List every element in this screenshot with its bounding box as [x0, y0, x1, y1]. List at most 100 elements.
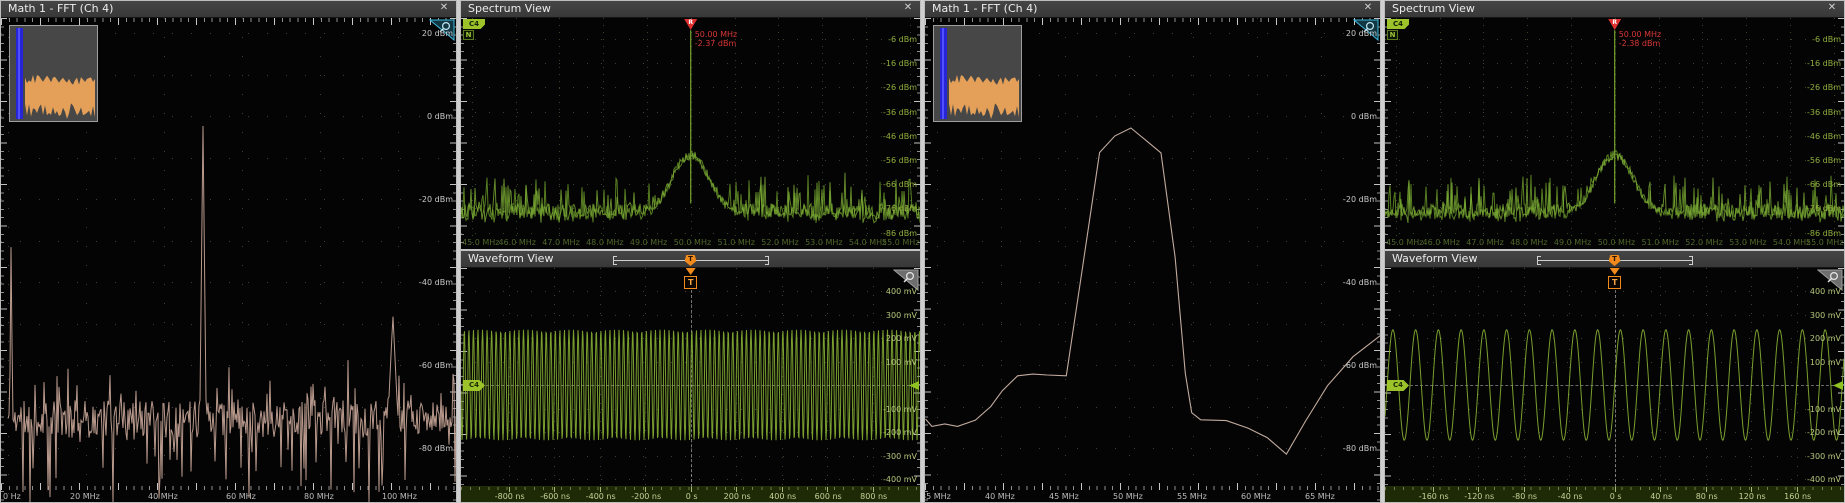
fft-y-axis-label: -40 dBm: [419, 278, 453, 287]
fft-x-axis-label: 80 MHz: [304, 492, 334, 501]
waveform-y-axis-label: 300 mV: [1810, 311, 1841, 320]
trigger-position-handle[interactable]: T: [1609, 255, 1621, 266]
fft-x-axis-label: 35 MHz: [925, 492, 951, 501]
spectrum-y-axis-label: -56 dBm: [1807, 156, 1841, 165]
marker-frequency-readout: 50.00 MHz: [1619, 30, 1662, 39]
waveform-time-axis: -800 ns-600 ns-400 ns-200 ns0 s200 ns400…: [461, 486, 920, 502]
fft-x-axis-label: 100 MHz: [382, 492, 417, 501]
waveform-y-axis-label: -300 mV: [883, 452, 917, 461]
zoom-scrollbar[interactable]: T: [613, 254, 769, 266]
fft-x-axis-label: 50 MHz: [1113, 492, 1143, 501]
waveform-y-axis-label: -200 mV: [883, 428, 917, 437]
spectrum-y-axis-label: -56 dBm: [883, 156, 917, 165]
time-axis-label: -800 ns: [493, 492, 527, 501]
time-axis-label: 800 ns: [857, 492, 891, 501]
time-axis-label: 400 ns: [766, 492, 800, 501]
scrollbar-right-bracket[interactable]: [1689, 256, 1693, 265]
trigger-marker-box[interactable]: T: [1608, 276, 1621, 289]
marker-amplitude-readout: -2.37 dBm: [695, 39, 737, 48]
close-icon[interactable]: ✕: [1825, 2, 1839, 13]
waveform-y-axis-label: -400 mV: [1807, 475, 1841, 484]
time-axis-label: -80 ns: [1508, 492, 1542, 501]
fft-y-axis-label: -40 dBm: [1343, 278, 1377, 287]
time-axis-label: 40 ns: [1644, 492, 1678, 501]
spectrum-y-axis-label: -26 dBm: [883, 83, 917, 92]
trigger-marker-box[interactable]: T: [684, 276, 697, 289]
fft-y-axis-label: 20 dBm: [1346, 29, 1377, 38]
waveform-y-axis-label: -100 mV: [883, 405, 917, 414]
math-fft-titlebar: Math 1 - FFT (Ch 4) ✕: [1, 1, 456, 18]
math-fft-trace: [925, 18, 1380, 502]
time-axis-label: 0 s: [1599, 492, 1633, 501]
fft-x-axis-label: 20 MHz: [70, 492, 100, 501]
fft-x-axis-label: 65 MHz: [1305, 492, 1335, 501]
math-fft-window-right: Math 1 - FFT (Ch 4) ✕ 20 dBm0 dBm-20 dBm…: [924, 0, 1381, 503]
marker-frequency-readout: 50.00 MHz: [695, 30, 738, 39]
time-axis-label: -400 ns: [584, 492, 618, 501]
spectrum-y-axis-label: -86 dBm: [1807, 229, 1841, 238]
fft-y-axis-label: 20 dBm: [422, 29, 453, 38]
fft-x-axis-label: 55 MHz: [1177, 492, 1207, 501]
channel-badge-c4[interactable]: C4: [463, 19, 485, 29]
time-axis-label: 80 ns: [1690, 492, 1724, 501]
waveform-titlebar: Waveform View T: [1385, 251, 1844, 268]
trigger-position-handle[interactable]: T: [685, 255, 697, 266]
scrollbar-right-bracket[interactable]: [765, 256, 769, 265]
spectrum-plot: 45.0 MHz46.0 MHz47.0 MHz48.0 MHz49.0 MHz…: [1385, 18, 1844, 249]
math-fft-title: Math 1 - FFT (Ch 4): [932, 2, 1037, 15]
spectrum-y-axis-label: -26 dBm: [1807, 83, 1841, 92]
fft-y-axis-label: -60 dBm: [419, 361, 453, 370]
close-icon[interactable]: ✕: [1361, 2, 1375, 13]
trace-mode-badge[interactable]: N: [1387, 30, 1398, 40]
math-fft-window-left: Math 1 - FFT (Ch 4) ✕ 20 dBm0 dBm-20 dBm…: [0, 0, 457, 503]
time-axis-label: -600 ns: [538, 492, 572, 501]
waveform-y-axis-label: 100 mV: [886, 358, 917, 367]
waveform-y-axis-label: -200 mV: [1807, 428, 1841, 437]
channel-badge-c4[interactable]: C4: [1387, 19, 1409, 29]
fft-x-axis-label: 40 MHz: [148, 492, 178, 501]
trace-mode-badge[interactable]: N: [463, 30, 474, 40]
waveform-y-axis-label: -400 mV: [883, 475, 917, 484]
waveform-title: Waveform View: [468, 252, 553, 265]
time-axis-label: -120 ns: [1462, 492, 1496, 501]
fft-x-axis-label: 0 Hz: [3, 492, 21, 501]
spectrum-view-section: Spectrum View ✕ 45.0 MHz46.0 MHz47.0 MHz…: [1385, 1, 1844, 251]
spectrum-y-axis-label: -76 dBm: [883, 204, 917, 213]
spectrum-y-axis-label: -86 dBm: [883, 229, 917, 238]
spectrum-titlebar: Spectrum View ✕: [461, 1, 920, 18]
spectrum-y-axis-label: -46 dBm: [883, 132, 917, 141]
waveform-trace: [461, 268, 920, 487]
close-icon[interactable]: ✕: [901, 2, 915, 13]
fft-y-axis-label: -60 dBm: [1343, 361, 1377, 370]
close-icon[interactable]: ✕: [437, 2, 451, 13]
spectrum-y-axis-label: -46 dBm: [1807, 132, 1841, 141]
math-fft-titlebar: Math 1 - FFT (Ch 4) ✕: [925, 1, 1380, 18]
waveform-view-section: Waveform View T 400 mV300 mV200 mV100 mV…: [461, 251, 920, 502]
spectrum-y-axis-label: -6 dBm: [1812, 35, 1841, 44]
spectrum-plot: 45.0 MHz46.0 MHz47.0 MHz48.0 MHz49.0 MHz…: [461, 18, 920, 249]
zoom-scrollbar[interactable]: T: [1537, 254, 1693, 266]
fft-x-axis-label: 60 MHz: [1241, 492, 1271, 501]
waveform-y-axis-label: 200 mV: [1810, 334, 1841, 343]
marker-amplitude-readout: -2.38 dBm: [1619, 39, 1661, 48]
time-axis-label: -40 ns: [1553, 492, 1587, 501]
spectrum-y-axis-label: -16 dBm: [883, 59, 917, 68]
time-axis-label: -160 ns: [1417, 492, 1451, 501]
fft-y-axis-label: 0 dBm: [1351, 112, 1377, 121]
scrollbar-left-bracket[interactable]: [1537, 256, 1541, 265]
math-fft-trace: [1, 18, 456, 502]
spectrum-y-axis-label: -66 dBm: [1807, 180, 1841, 189]
waveform-y-axis-label: 200 mV: [886, 334, 917, 343]
scrollbar-left-bracket[interactable]: [613, 256, 617, 265]
time-axis-label: 160 ns: [1781, 492, 1815, 501]
waveform-time-axis: -160 ns -120 ns -80 ns -40 ns 0 s 40 ns 80 ns 1…: [1385, 486, 1844, 502]
spectrum-trace: [461, 18, 920, 249]
fft-x-axis-label: 60 MHz: [226, 492, 256, 501]
spectrum-waveform-window-left: Spectrum View ✕ 45.0 MHz46.0 MHz47.0 MHz…: [460, 0, 921, 503]
spectrum-title: Spectrum View: [1392, 2, 1475, 15]
spectrum-titlebar: Spectrum View ✕: [1385, 1, 1844, 18]
spectrum-waveform-window-right: Spectrum View ✕ 45.0 MHz46.0 MHz47.0 MHz…: [1384, 0, 1845, 503]
waveform-y-axis-label: 400 mV: [1810, 287, 1841, 296]
fft-y-axis-label: -80 dBm: [1343, 444, 1377, 453]
waveform-y-axis-label: 400 mV: [886, 287, 917, 296]
